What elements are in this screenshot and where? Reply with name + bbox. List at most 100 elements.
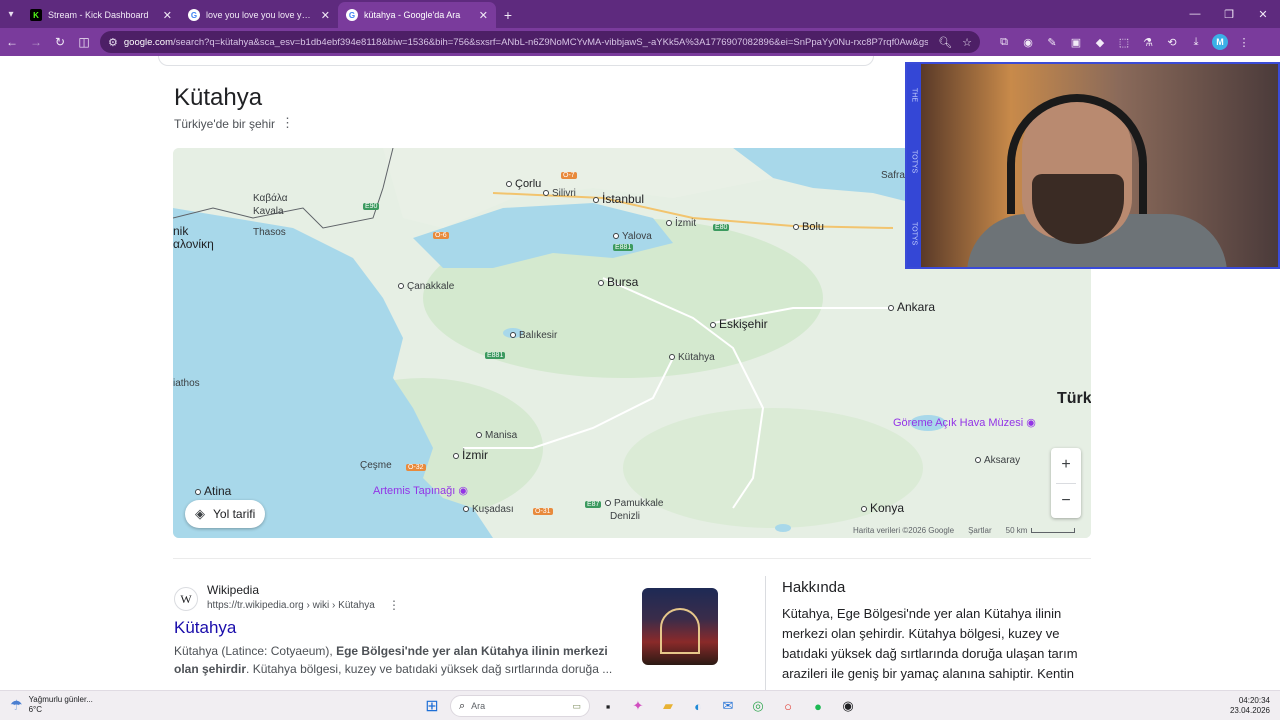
kick-favicon-icon: K [30,9,42,21]
result-more-icon[interactable]: ⋮ [388,598,400,612]
new-tab-button[interactable]: + [496,2,520,28]
map-label-izmir: İzmir [453,448,488,462]
directions-button[interactable]: ◈ Yol tarifi [185,500,266,528]
result-site-name[interactable]: Wikipedia [207,583,259,597]
weather-widget[interactable]: ☂ Yağmurlu günler... 6°C [10,695,93,715]
taskbar-search[interactable]: ⌕ Ara ▭ [450,695,590,717]
shield-extension-icon[interactable]: ◆ [1088,31,1112,53]
entity-subtitle: Türkiye'de bir şehir [174,117,275,131]
tab-search-icon[interactable]: ▾ [0,0,22,28]
map-label-kusadasi: Kuşadası [463,504,514,515]
minimize-icon[interactable]: — [1178,0,1212,28]
url-text[interactable]: google.com/search?q=kütahya&sca_esv=b1db… [124,37,928,48]
road-shield: O-7 [561,172,577,179]
extensions-area: ⧉ ◉ ✎ ▣ ◆ ⬚ ⚗ ⟲ ⤓ M ⋮ [992,31,1256,53]
clock-date: 23.04.2026 [1229,706,1270,715]
tab-strip: ▾ K Stream - Kick Dashboard ✕ G love you… [0,0,1280,28]
map-label-turkey: Türk [1057,390,1091,407]
taskbar-search-placeholder: Ara [471,701,486,711]
road-shield: E881 [485,352,506,359]
chrome-icon[interactable]: ◎ [746,694,770,718]
windows-start-icon[interactable]: ⊞ [420,694,444,718]
close-tab-icon[interactable]: ✕ [163,9,172,22]
flask-icon[interactable]: ⚗ [1136,31,1160,53]
entity-title: Kütahya [174,84,263,111]
map-terms-link[interactable]: Şartlar [968,526,992,535]
spotify-icon[interactable]: ● [806,694,830,718]
map-label-corlu: Çorlu [506,178,541,190]
google-favicon-icon: G [346,9,358,21]
map-label-atina: Atina [195,484,231,498]
about-text: Kütahya, Ege Bölgesi'nde yer alan Kütahy… [782,606,1078,681]
copilot-icon[interactable]: ✦ [626,694,650,718]
tab-kutahya-search[interactable]: G kütahya - Google'da Ara ✕ [338,2,496,28]
zoom-in-button[interactable]: + [1051,448,1081,483]
map-label-safra: Safra [881,170,905,181]
map-label-nik: nik [173,224,189,238]
mail-icon[interactable]: ✉ [716,694,740,718]
result-title-link[interactable]: Kütahya [174,618,236,638]
forward-arrow-icon[interactable]: → [24,30,48,54]
puzzle-extensions-icon[interactable]: ⬚ [1112,31,1136,53]
directions-label: Yol tarifi [213,507,256,521]
history-icon[interactable]: ⟲ [1160,31,1184,53]
obs-icon[interactable]: ◉ [836,694,860,718]
search-icon: ⌕ [459,699,466,712]
opera-icon[interactable]: ○ [776,694,800,718]
map-data-credit: Harita verileri ©2026 Google [853,526,955,535]
map-label-konya: Konya [861,501,904,515]
weather-description: Yağmurlu günler... [28,695,93,704]
camera-extension-icon[interactable]: ◉ [1016,31,1040,53]
bookmark-star-icon[interactable]: ☆ [962,36,972,49]
close-tab-icon[interactable]: ✕ [479,9,488,22]
close-tab-icon[interactable]: ✕ [321,9,330,22]
back-arrow-icon[interactable]: ← [0,30,24,54]
map-poi-artemis[interactable]: Artemis Tapınağı ◉ [373,484,468,497]
zoom-out-button[interactable]: − [1051,484,1081,519]
map-label-kutahya: Kütahya [669,352,715,363]
result-thumbnail[interactable] [642,588,718,665]
search-results-page: Kütahya Türkiye'de bir şehir ⋮ Çorlu Sil… [0,56,1280,690]
reload-icon[interactable]: ↻ [48,30,72,54]
system-clock[interactable]: 04:20:34 23.04.2026 [1230,696,1270,716]
address-bar[interactable]: ⚙ google.com/search?q=kütahya&sca_esv=b1… [100,31,980,53]
menu-kebab-icon[interactable]: ⋮ [1232,31,1256,53]
temple-pin-icon: ◉ [458,485,469,497]
map-label-balikesir: Balıkesir [510,330,557,341]
split-view-icon[interactable]: ◫ [72,30,96,54]
window-controls: — ❐ ✕ [1178,0,1280,28]
directions-icon: ◈ [195,506,205,521]
zoom-icon[interactable]: 🔍︎ [938,36,952,49]
tab-kick-dashboard[interactable]: K Stream - Kick Dashboard ✕ [22,2,180,28]
tab-love-you[interactable]: G love you love you love you şarkı ✕ [180,2,338,28]
close-window-icon[interactable]: ✕ [1246,0,1280,28]
tab-label: love you love you love you şarkı [206,10,315,20]
google-favicon-icon: G [188,9,200,21]
map-label-cesme: Çeşme [360,460,392,471]
pen-extension-icon[interactable]: ✎ [1040,31,1064,53]
map-poi-goreme[interactable]: Göreme Açık Hava Müzesi ◉ [893,416,1036,429]
webcam-sidebar-label: THE [910,88,918,103]
entity-more-icon[interactable]: ⋮ [281,115,294,131]
edge-icon[interactable]: ◐ [686,694,710,718]
site-info-icon[interactable]: ⚙ [108,36,118,49]
windows-taskbar: ☂ Yağmurlu günler... 6°C ⊞ ⌕ Ara ▭ ▪ ✦ ▰… [0,690,1280,720]
map-attribution: Harita verileri ©2026 Google Şartlar 50 … [853,526,1076,535]
map-scale: 50 km [1006,526,1076,535]
translate-icon[interactable]: ⧉ [992,31,1016,53]
profile-avatar-icon[interactable]: M [1212,34,1228,50]
road-shield: E87 [585,501,602,508]
file-explorer-icon[interactable]: ▰ [656,694,680,718]
search-box-edge [158,56,874,66]
download-icon[interactable]: ⤓ [1184,31,1208,53]
restore-icon[interactable]: ❐ [1212,0,1246,28]
map-label-manisa: Manisa [476,430,517,441]
media-extension-icon[interactable]: ▣ [1064,31,1088,53]
map-label-izmit: İzmit [666,218,696,229]
result-breadcrumb[interactable]: https://tr.wikipedia.org › wiki › Kütahy… [207,600,375,611]
result-snippet: Kütahya (Latince: Cotyaeum), Ege Bölgesi… [174,644,613,676]
task-view-icon[interactable]: ▪ [596,694,620,718]
map-label-canakkale: Çanakkale [398,281,454,292]
taskbar-apps: ⊞ ⌕ Ara ▭ ▪ ✦ ▰ ◐ ✉ ◎ ○ ● ◉ [420,694,860,718]
road-shield: O-32 [406,464,426,471]
